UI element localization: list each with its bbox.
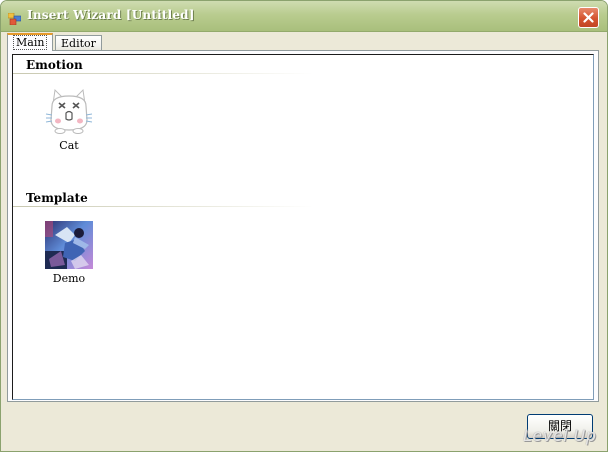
title-bar[interactable]: Insert Wizard [Untitled] bbox=[1, 1, 607, 32]
tab-editor-label: Editor bbox=[61, 37, 96, 50]
app-icon bbox=[7, 10, 22, 26]
window-title: Insert Wizard [Untitled] bbox=[27, 8, 195, 22]
demo-thumbnail bbox=[45, 221, 93, 269]
group-divider bbox=[13, 73, 313, 74]
cat-face-icon bbox=[45, 88, 93, 134]
group-divider bbox=[13, 206, 313, 207]
list-item-label: Demo bbox=[52, 272, 86, 285]
watermark-text: Level Up bbox=[523, 426, 597, 445]
list-item-demo[interactable]: Demo bbox=[33, 221, 105, 285]
client-area: Main Editor Emotion Cat Template Demo 關閉 bbox=[5, 32, 603, 449]
tab-main[interactable]: Main bbox=[7, 33, 54, 51]
item-list-view[interactable]: Emotion Cat Template Demo bbox=[12, 54, 594, 400]
group-header-template: Template bbox=[26, 191, 88, 205]
tab-panel-main: Emotion Cat Template Demo bbox=[7, 50, 599, 402]
list-item-label: Cat bbox=[59, 139, 79, 152]
list-item-cat[interactable]: Cat bbox=[33, 86, 105, 152]
close-window-button[interactable] bbox=[578, 7, 599, 28]
group-header-emotion: Emotion bbox=[26, 58, 83, 72]
tab-main-label: Main bbox=[13, 35, 48, 50]
dialog-window: Insert Wizard [Untitled] Main Editor Emo… bbox=[0, 0, 608, 452]
close-icon bbox=[583, 12, 594, 23]
